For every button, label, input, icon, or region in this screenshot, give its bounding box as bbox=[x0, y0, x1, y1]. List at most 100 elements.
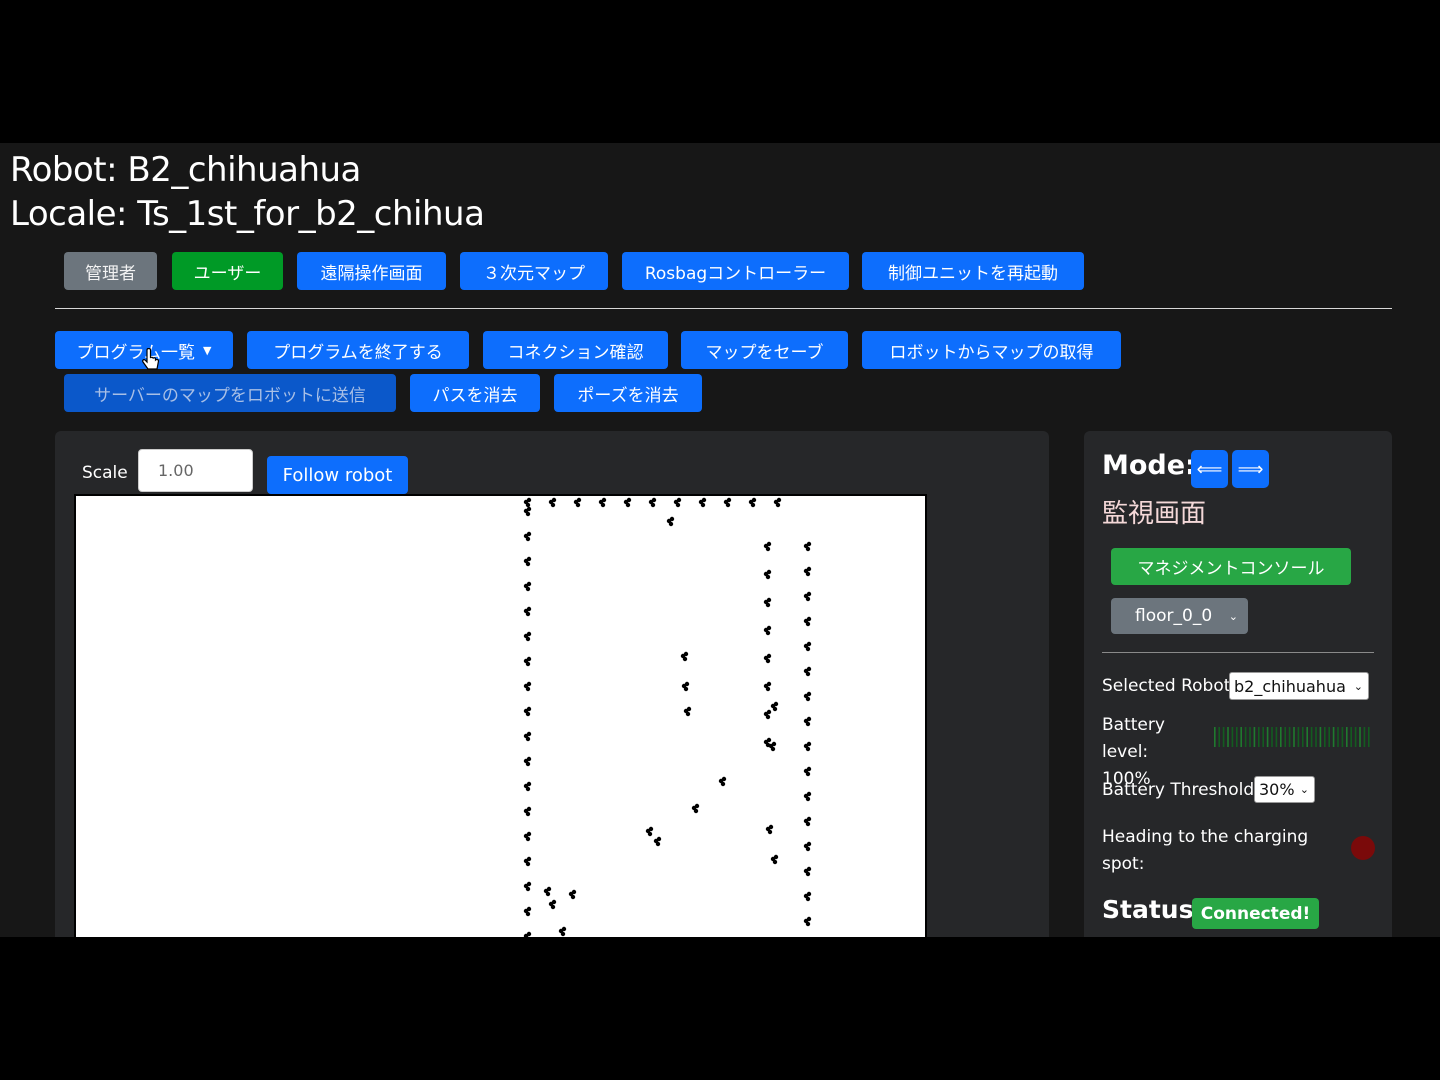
map-obstacle-point bbox=[600, 502, 606, 508]
map-obstacle-point bbox=[805, 646, 811, 652]
map-obstacle-point bbox=[683, 651, 689, 657]
map-obstacle-point bbox=[551, 899, 557, 905]
scale-label: Scale bbox=[82, 463, 128, 483]
map-obstacle-point bbox=[805, 746, 811, 752]
admin-button[interactable]: 管理者 bbox=[64, 252, 157, 290]
panel-divider bbox=[1102, 652, 1374, 653]
map-obstacle-point bbox=[806, 691, 812, 697]
control-side-panel: Mode: ⟸ ⟹ 監視画面 マネジメントコンソール floor_0_0 ⌄ S… bbox=[1084, 431, 1392, 937]
clear-path-button[interactable]: パスを消去 bbox=[410, 374, 540, 412]
map-obstacle-point bbox=[806, 716, 812, 722]
battery-segment bbox=[1240, 727, 1242, 747]
map-obstacle-point bbox=[805, 621, 811, 627]
map-obstacle-point bbox=[776, 497, 782, 503]
battery-segment bbox=[1319, 727, 1322, 747]
map-obstacle-point bbox=[683, 686, 689, 692]
battery-segment bbox=[1266, 727, 1269, 747]
teleop-button[interactable]: 遠隔操作画面 bbox=[297, 252, 446, 290]
map-obstacle-point bbox=[805, 796, 811, 802]
map-obstacle-point bbox=[805, 721, 811, 727]
map-obstacle-point bbox=[806, 916, 812, 922]
map-obstacle-point bbox=[526, 706, 532, 712]
map-obstacle-point bbox=[525, 886, 531, 892]
battery-segment bbox=[1306, 727, 1308, 747]
mode-prev-button[interactable]: ⟸ bbox=[1191, 450, 1228, 488]
map-obstacle-point bbox=[765, 574, 771, 580]
get-map-from-robot-button[interactable]: ロボットからマップの取得 bbox=[862, 331, 1121, 369]
connection-check-button[interactable]: コネクション確認 bbox=[483, 331, 668, 369]
map-obstacle-point bbox=[766, 737, 772, 743]
map-obstacle-point bbox=[806, 741, 812, 747]
map-obstacle-point bbox=[767, 829, 773, 835]
map-obstacle-point bbox=[561, 926, 567, 932]
battery-segment bbox=[1214, 727, 1216, 747]
battery-segment bbox=[1258, 727, 1260, 747]
map-obstacle-point bbox=[525, 661, 531, 667]
map-obstacle-point bbox=[525, 736, 531, 742]
map-obstacle-point bbox=[766, 681, 772, 687]
status-label: Status: bbox=[1102, 895, 1204, 924]
map-obstacle-point bbox=[806, 841, 812, 847]
map-obstacle-point bbox=[526, 731, 532, 737]
battery-segment bbox=[1350, 727, 1352, 747]
map-obstacle-point bbox=[656, 836, 662, 842]
map-obstacle-point bbox=[526, 497, 532, 503]
occupancy-map[interactable] bbox=[74, 494, 927, 937]
selected-robot-select[interactable]: b2_chihuahua ⌄ bbox=[1229, 672, 1369, 700]
map-obstacle-point bbox=[526, 781, 532, 787]
map-obstacle-point bbox=[806, 641, 812, 647]
clear-pose-button[interactable]: ポーズを消去 bbox=[554, 374, 702, 412]
map-obstacle-point bbox=[675, 502, 681, 508]
map-obstacle-point bbox=[685, 711, 691, 717]
map-obstacle-point bbox=[526, 831, 532, 837]
map-3d-button[interactable]: ３次元マップ bbox=[460, 252, 608, 290]
robot-dashboard: Robot: B2_chihuahua Locale: Ts_1st_for_b… bbox=[0, 143, 1440, 937]
map-obstacle-point bbox=[771, 741, 777, 747]
mode-name: 監視画面 bbox=[1102, 499, 1207, 529]
battery-segment bbox=[1218, 727, 1220, 747]
floor-select[interactable]: floor_0_0 ⌄ bbox=[1111, 598, 1248, 634]
map-obstacle-point bbox=[805, 921, 811, 927]
map-obstacle-point bbox=[805, 771, 811, 777]
rosbag-controller-button[interactable]: Rosbagコントローラー bbox=[622, 252, 849, 290]
mode-next-button[interactable]: ⟹ bbox=[1232, 450, 1269, 488]
map-obstacle-point bbox=[526, 681, 532, 687]
user-button[interactable]: ユーザー bbox=[172, 252, 283, 290]
battery-segment bbox=[1222, 727, 1225, 747]
map-obstacle-point bbox=[805, 871, 811, 877]
locale-heading: Locale: Ts_1st_for_b2_chihua bbox=[10, 194, 485, 234]
map-obstacle-point bbox=[725, 502, 731, 508]
end-program-button[interactable]: プログラムを終了する bbox=[247, 331, 469, 369]
map-obstacle-point bbox=[525, 836, 531, 842]
battery-threshold-select[interactable]: 30% ⌄ bbox=[1254, 776, 1315, 803]
map-obstacle-point bbox=[526, 531, 532, 537]
restart-control-unit-button[interactable]: 制御ユニットを再起動 bbox=[862, 252, 1084, 290]
map-obstacle-point bbox=[525, 786, 531, 792]
map-obstacle-point bbox=[525, 502, 531, 508]
map-obstacle-point bbox=[751, 497, 757, 503]
battery-segment bbox=[1253, 727, 1256, 747]
map-obstacle-point bbox=[526, 506, 532, 512]
management-console-button[interactable]: マネジメントコンソール bbox=[1111, 548, 1351, 585]
map-obstacle-point bbox=[720, 781, 726, 787]
map-obstacle-point bbox=[601, 497, 607, 503]
map-obstacle-point bbox=[806, 866, 812, 872]
map-obstacle-point bbox=[525, 636, 531, 642]
map-obstacle-point bbox=[805, 846, 811, 852]
battery-segment bbox=[1231, 727, 1234, 747]
selected-robot-value: b2_chihuahua bbox=[1234, 676, 1346, 696]
map-obstacle-point bbox=[772, 706, 778, 712]
save-map-button[interactable]: マップをセーブ bbox=[681, 331, 848, 369]
battery-segment bbox=[1368, 727, 1370, 747]
battery-segment bbox=[1244, 727, 1247, 747]
scale-input[interactable]: 1.00 bbox=[138, 449, 253, 492]
map-obstacle-point bbox=[526, 881, 532, 887]
map-obstacle-point bbox=[526, 656, 532, 662]
send-map-to-robot-button[interactable]: サーバーのマップをロボットに送信 bbox=[64, 374, 396, 412]
map-obstacle-point bbox=[526, 631, 532, 637]
map-obstacle-point bbox=[570, 894, 576, 900]
mode-label: Mode: bbox=[1102, 450, 1196, 481]
follow-robot-button[interactable]: Follow robot bbox=[267, 456, 408, 494]
map-obstacle-point bbox=[766, 709, 772, 715]
battery-segment bbox=[1302, 727, 1304, 747]
